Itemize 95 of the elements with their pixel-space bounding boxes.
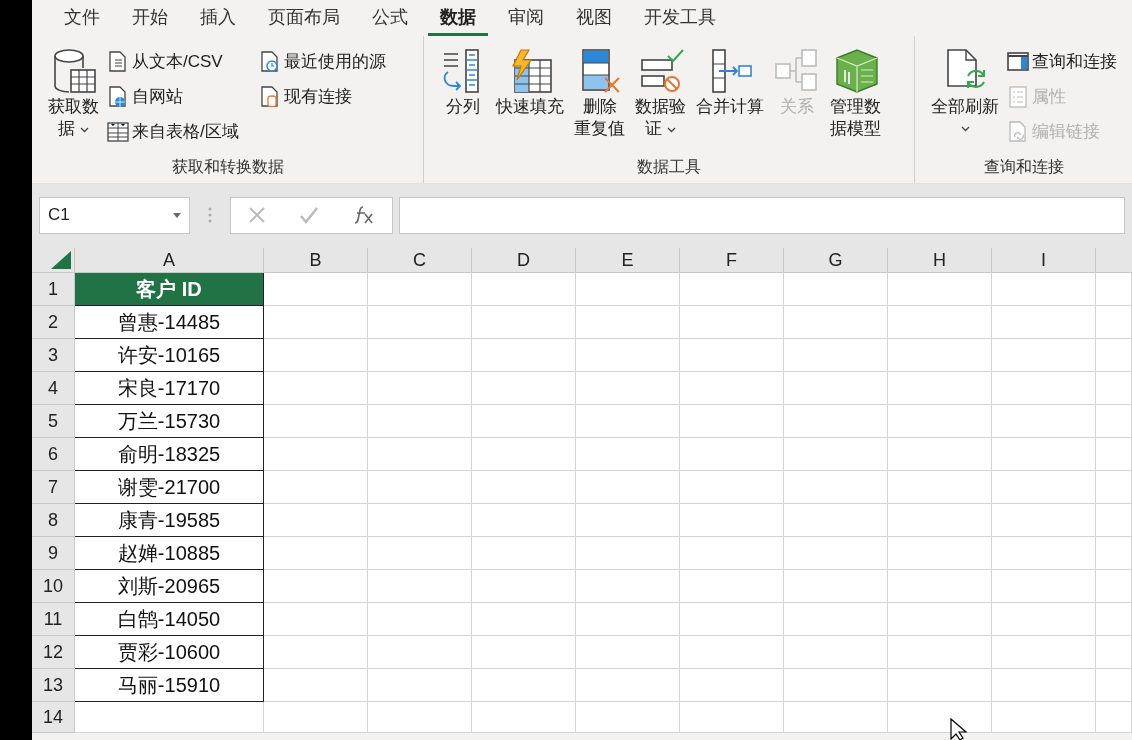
grid-cell	[1096, 537, 1132, 570]
ribbon-button[interactable]: 现有连接	[258, 84, 386, 109]
database-document-icon	[258, 85, 281, 108]
grip-icon	[208, 207, 212, 223]
ribbon-button[interactable]: 删除 重复值	[572, 46, 627, 155]
row-header[interactable]: 4	[32, 372, 75, 405]
group-label: 获取和转换数据	[171, 157, 284, 177]
row-header[interactable]: 13	[32, 669, 75, 702]
cancel-icon[interactable]	[247, 206, 266, 224]
grid-cell	[1096, 471, 1132, 504]
ribbon-button[interactable]: 快速填充	[494, 46, 566, 155]
column-header[interactable]: H	[888, 248, 992, 273]
ribbon-tab[interactable]: 开始	[120, 2, 180, 36]
row-header[interactable]: 2	[32, 306, 75, 339]
table-cell: 马丽-15910	[75, 669, 264, 702]
row-header[interactable]: 1	[32, 273, 75, 306]
grid-cell	[1096, 306, 1132, 339]
ribbon-button[interactable]: 查询和连接	[1007, 49, 1117, 74]
ribbon-button[interactable]: 数据验 证	[633, 46, 688, 155]
column-header[interactable]: A	[75, 248, 264, 273]
check-icon[interactable]	[299, 206, 320, 224]
column-header[interactable]: D	[472, 248, 576, 273]
table-cell: 白鹄-14050	[75, 603, 264, 636]
table-cell: 刘斯-20965	[75, 570, 264, 603]
select-all-icon[interactable]	[51, 251, 71, 269]
row-header[interactable]: 14	[32, 702, 75, 733]
ribbon-tab[interactable]: 页面布局	[256, 2, 352, 36]
table-cell: 贾彩-10600	[75, 636, 264, 669]
link-document-icon	[1007, 120, 1029, 143]
grid-cell	[1096, 603, 1132, 636]
grid-cell	[1096, 702, 1132, 733]
grid-cell	[1096, 504, 1132, 537]
text-document-icon	[107, 50, 129, 73]
table-cell: 俞明-18325	[75, 438, 264, 471]
column-header[interactable]	[1096, 248, 1132, 273]
cell-reference: C1	[48, 204, 70, 227]
ribbon-button[interactable]: 自网站	[107, 84, 239, 109]
grid-cell	[1096, 273, 1132, 306]
table-cell: 曾惠-14485	[75, 306, 264, 339]
dropdown-arrow-icon	[173, 212, 181, 218]
ribbon-tab[interactable]: 视图	[564, 2, 624, 36]
grid-cell	[1096, 636, 1132, 669]
row-header[interactable]: 6	[32, 438, 75, 471]
web-document-icon	[107, 85, 129, 108]
ribbon-button[interactable]: 分列	[438, 46, 488, 155]
ribbon-tab[interactable]: 数据	[428, 2, 488, 36]
row-header[interactable]: 9	[32, 537, 75, 570]
table-cell: 许安-10165	[75, 339, 264, 372]
grid-cell	[1096, 438, 1132, 471]
grid-cell	[1096, 339, 1132, 372]
grid-cell	[1096, 372, 1132, 405]
grid-cell	[1096, 405, 1132, 438]
row-header[interactable]: 5	[32, 405, 75, 438]
relationships-icon	[774, 48, 820, 94]
ribbon-button[interactable]: 来自表格/区域	[107, 119, 239, 144]
row-header[interactable]: 7	[32, 471, 75, 504]
row-header[interactable]: 8	[32, 504, 75, 537]
table-cell: 赵婵-10885	[75, 537, 264, 570]
ribbon-button[interactable]: 管理数 据模型	[828, 46, 883, 155]
grid-cell	[1096, 570, 1132, 603]
table-cell: 宋良-17170	[75, 372, 264, 405]
formula-bar[interactable]	[399, 196, 1125, 234]
column-header[interactable]: B	[264, 248, 368, 273]
name-box[interactable]: C1	[39, 196, 190, 234]
ribbon-tab[interactable]: 开发工具	[632, 2, 728, 36]
table-icon	[107, 120, 129, 143]
column-heading-cell: 客户 ID	[75, 273, 264, 306]
ribbon-button[interactable]: 合并计算	[694, 46, 766, 155]
ribbon-button[interactable]: 获取数 据	[46, 46, 101, 155]
clock-document-icon	[258, 50, 281, 73]
ribbon-button[interactable]: 从文本/CSV	[107, 49, 239, 74]
column-header[interactable]: G	[784, 248, 888, 273]
row-header[interactable]: 12	[32, 636, 75, 669]
row-header[interactable]: 3	[32, 339, 75, 372]
ribbon-button[interactable]: 全部刷新	[929, 46, 1001, 155]
table-cell: 谢雯-21700	[75, 471, 264, 504]
column-header[interactable]: E	[576, 248, 680, 273]
table-cell: 康青-19585	[75, 504, 264, 537]
column-header[interactable]: I	[992, 248, 1096, 273]
ribbon-button[interactable]: 最近使用的源	[258, 49, 386, 74]
table-cell: 万兰-15730	[75, 405, 264, 438]
column-header[interactable]: C	[368, 248, 472, 273]
queries-pane-icon	[1007, 50, 1029, 73]
group-label: 查询和连接	[983, 157, 1064, 177]
ribbon-tab[interactable]: 审阅	[496, 2, 556, 36]
grid-cell	[1096, 669, 1132, 702]
ribbon-tab[interactable]: 公式	[360, 2, 420, 36]
column-header[interactable]: F	[680, 248, 784, 273]
row-header[interactable]: 10	[32, 570, 75, 603]
row-header[interactable]: 11	[32, 603, 75, 636]
group-label: 数据工具	[637, 157, 701, 177]
ribbon-tab[interactable]: 插入	[188, 2, 248, 36]
ribbon-tab[interactable]: 文件	[52, 2, 112, 36]
function-icon[interactable]	[353, 205, 376, 225]
properties-icon	[1007, 85, 1029, 108]
